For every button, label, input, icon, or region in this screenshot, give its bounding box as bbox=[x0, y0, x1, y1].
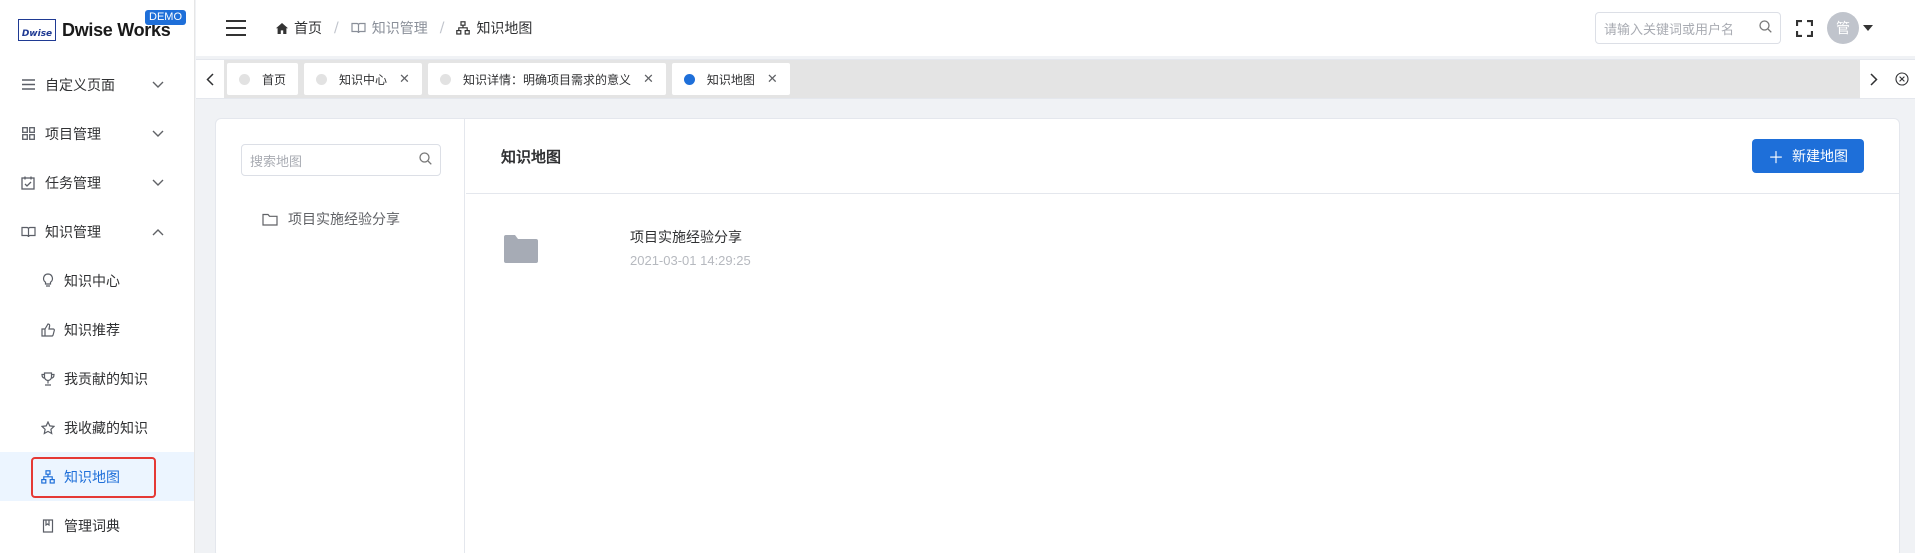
tab-home[interactable]: 首页 bbox=[227, 63, 299, 95]
search-icon[interactable] bbox=[1759, 19, 1772, 37]
tabs-scroll-right-icon[interactable] bbox=[1860, 59, 1888, 99]
breadcrumb-knowledge-management[interactable]: 知识管理 bbox=[351, 18, 428, 38]
sidebar-item-my-contributions[interactable]: 我贡献的知识 bbox=[0, 354, 194, 403]
sidebar-item-knowledge-map[interactable]: 知识地图 bbox=[0, 452, 194, 501]
sidebar-item-label: 任务管理 bbox=[45, 175, 101, 192]
folder-icon bbox=[262, 213, 278, 226]
list-icon bbox=[20, 77, 36, 93]
close-all-tabs-icon[interactable] bbox=[1888, 59, 1915, 99]
breadcrumb: 首页 / 知识管理 / 知识地图 bbox=[276, 18, 532, 38]
tabs-track: 首页 知识中心 ✕ 知识详情：明确项目需求的意义 ✕ 知识地图 ✕ bbox=[224, 60, 1860, 98]
sidebar-item-label: 知识中心 bbox=[64, 273, 120, 290]
breadcrumb-separator: / bbox=[439, 20, 445, 36]
sidebar-item-label: 知识地图 bbox=[64, 469, 120, 486]
sidebar-item-knowledge-recommend[interactable]: 知识推荐 bbox=[0, 305, 194, 354]
thumbs-up-icon bbox=[40, 322, 56, 338]
map-list-item[interactable]: 项目实施经验分享 2021-03-01 14:29:25 bbox=[504, 229, 751, 268]
notebook-icon bbox=[40, 518, 56, 534]
map-name: 项目实施经验分享 bbox=[630, 230, 742, 246]
map-date: 2021-03-01 14:29:25 bbox=[630, 253, 751, 268]
tab-status-dot bbox=[239, 73, 250, 85]
global-search-input[interactable]: 请输入关键词或用户名 bbox=[1595, 12, 1781, 44]
tabs-scroll-left-icon[interactable] bbox=[196, 59, 224, 99]
tab-status-dot bbox=[439, 73, 451, 85]
tree-node[interactable]: 项目实施经验分享 bbox=[262, 209, 400, 229]
caret-down-icon[interactable] bbox=[1863, 25, 1873, 31]
menu-toggle-icon[interactable] bbox=[226, 20, 246, 36]
close-icon[interactable]: ✕ bbox=[643, 72, 654, 87]
sidebar-item-task-management[interactable]: 任务管理 bbox=[0, 158, 194, 207]
breadcrumb-knowledge-map: 知识地图 bbox=[456, 18, 532, 38]
sidebar-item-label: 我收藏的知识 bbox=[64, 420, 148, 437]
calendar-check-icon bbox=[20, 175, 36, 191]
trophy-icon bbox=[40, 371, 56, 387]
sidebar-item-manage-dictionary[interactable]: 管理词典 bbox=[0, 501, 194, 550]
map-search-input[interactable]: 搜索地图 bbox=[241, 144, 441, 176]
breadcrumb-home[interactable]: 首页 bbox=[276, 18, 322, 38]
new-map-button[interactable]: ＋ 新建地图 bbox=[1751, 139, 1864, 173]
sidebar-item-label: 知识管理 bbox=[45, 224, 101, 241]
sidebar-item-label: 知识推荐 bbox=[64, 322, 120, 339]
tab-knowledge-center[interactable]: 知识中心 ✕ bbox=[304, 63, 422, 95]
breadcrumb-separator: / bbox=[334, 20, 339, 36]
demo-badge: DEMO bbox=[145, 10, 186, 25]
chevron-down-icon bbox=[152, 175, 164, 191]
tab-status-dot bbox=[683, 73, 695, 85]
book-icon bbox=[20, 224, 36, 240]
fullscreen-icon[interactable] bbox=[1795, 19, 1813, 37]
folder-icon bbox=[504, 235, 538, 263]
plus-icon: ＋ bbox=[1767, 148, 1784, 167]
sitemap-icon bbox=[456, 21, 471, 35]
home-icon bbox=[276, 22, 288, 34]
sidebar-item-label: 项目管理 bbox=[45, 126, 101, 143]
grid-icon bbox=[20, 126, 36, 142]
logo-mark: Dwise bbox=[18, 19, 56, 41]
page-title: 知识地图 bbox=[501, 147, 562, 166]
map-list-panel: 知识地图 ＋ 新建地图 项目实施经验分享 2021-03-01 14:29:25 bbox=[466, 119, 1899, 553]
header-actions: 请输入关键词或用户名 管 bbox=[1595, 0, 1915, 56]
avatar[interactable]: 管 bbox=[1827, 12, 1859, 44]
tab-knowledge-map[interactable]: 知识地图 ✕ bbox=[671, 63, 790, 95]
close-icon[interactable]: ✕ bbox=[399, 72, 410, 87]
chevron-down-icon bbox=[152, 77, 164, 93]
sidebar-item-project-management[interactable]: 项目管理 bbox=[0, 109, 194, 158]
sidebar-item-label: 我贡献的知识 bbox=[64, 371, 148, 388]
sitemap-icon bbox=[40, 469, 56, 485]
sidebar-item-label: 管理词典 bbox=[64, 518, 120, 535]
search-icon[interactable] bbox=[419, 151, 432, 169]
sidebar-item-knowledge-management[interactable]: 知识管理 bbox=[0, 207, 194, 256]
sidebar-item-knowledge-center[interactable]: 知识中心 bbox=[0, 256, 194, 305]
sidebar: Dwise Dwise Works DEMO 自定义页面 项目管理 任务管理 知… bbox=[0, 0, 195, 553]
bulb-icon bbox=[40, 273, 56, 289]
top-header: 首页 / 知识管理 / 知识地图 请输入关键词或用户名 管 bbox=[196, 0, 1915, 56]
tab-knowledge-detail[interactable]: 知识详情：明确项目需求的意义 ✕ bbox=[427, 63, 666, 95]
sidebar-item-my-favorites[interactable]: 我收藏的知识 bbox=[0, 403, 194, 452]
close-icon[interactable]: ✕ bbox=[767, 72, 778, 87]
logo[interactable]: Dwise Dwise Works DEMO bbox=[0, 0, 194, 60]
tab-status-dot bbox=[316, 73, 328, 85]
map-tree-panel: 搜索地图 项目实施经验分享 bbox=[216, 119, 465, 553]
chevron-up-icon bbox=[152, 224, 164, 240]
star-icon bbox=[40, 420, 56, 436]
tabs-bar: 首页 知识中心 ✕ 知识详情：明确项目需求的意义 ✕ 知识地图 ✕ bbox=[196, 59, 1915, 99]
map-list-header: 知识地图 ＋ 新建地图 bbox=[466, 119, 1899, 194]
map-info: 项目实施经验分享 2021-03-01 14:29:25 bbox=[630, 229, 751, 268]
sidebar-item-custom-pages[interactable]: 自定义页面 bbox=[0, 60, 194, 109]
sidebar-item-label: 自定义页面 bbox=[45, 77, 115, 94]
chevron-down-icon bbox=[152, 126, 164, 142]
content-card: 搜索地图 项目实施经验分享 知识地图 ＋ 新建地图 项目实施经验分享 2021-… bbox=[215, 118, 1900, 553]
book-icon bbox=[351, 22, 366, 34]
